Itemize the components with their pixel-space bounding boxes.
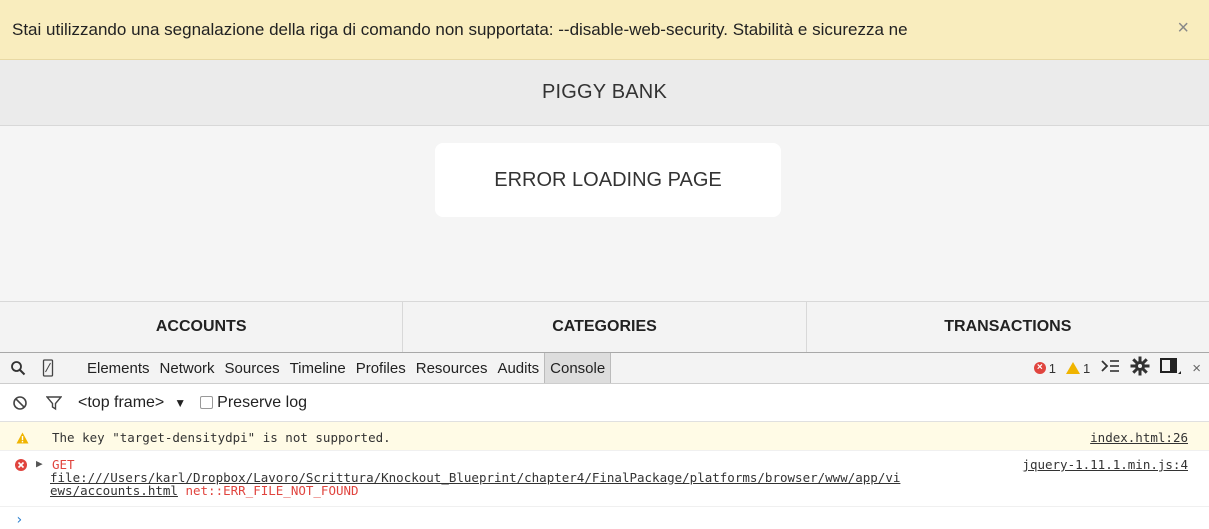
- console-warning-message: The key "target-densitydpi" is not suppo…: [0, 422, 1209, 451]
- error-message: ERROR LOADING PAGE: [494, 168, 722, 191]
- app-nav: ACCOUNTS CATEGORIES TRANSACTIONS: [0, 301, 1209, 352]
- console-error-message: ▶ GET jquery-1.11.1.min.js:4 file:///Use…: [0, 451, 1209, 507]
- tab-console[interactable]: Console: [544, 353, 612, 383]
- warning-icon: [1066, 362, 1080, 374]
- page-title: PIGGY BANK: [541, 81, 667, 103]
- app-body: ERROR LOADING PAGE: [0, 126, 1209, 301]
- tab-sources[interactable]: Sources: [220, 353, 285, 383]
- error-url-link-line2[interactable]: ews/accounts.html: [50, 483, 178, 498]
- console-messages: The key "target-densitydpi" is not suppo…: [0, 422, 1209, 529]
- nav-tab-categories[interactable]: CATEGORIES: [403, 302, 807, 352]
- tab-elements[interactable]: Elements: [82, 353, 155, 383]
- error-card: ERROR LOADING PAGE: [435, 143, 781, 217]
- warning-count: 1: [1083, 360, 1091, 376]
- nav-tab-accounts[interactable]: ACCOUNTS: [0, 302, 404, 352]
- warning-infobar: Stai utilizzando una segnalazione della …: [0, 0, 1209, 60]
- console-prompt-icon[interactable]: ›: [15, 512, 23, 528]
- warning-source-link[interactable]: index.html:26: [1090, 430, 1188, 445]
- chevron-down-icon: ▼: [174, 395, 187, 410]
- error-url-link-line1[interactable]: file:///Users/karl/Dropbox/Lavoro/Scritt…: [50, 470, 900, 485]
- settings-gear-icon[interactable]: [1130, 356, 1150, 381]
- drawer-toggle-icon[interactable]: [1100, 358, 1120, 379]
- tab-network[interactable]: Network: [155, 353, 220, 383]
- device-mode-icon[interactable]: [36, 356, 60, 380]
- devtools-tabs: Elements Network Sources Timeline Profil…: [82, 353, 612, 383]
- frame-select[interactable]: <top frame> ▼: [78, 394, 186, 412]
- warning-text: The key "target-densitydpi" is not suppo…: [52, 430, 391, 445]
- warning-icon: [16, 432, 29, 447]
- clear-console-icon[interactable]: [12, 395, 28, 411]
- dock-side-icon[interactable]: [1160, 357, 1182, 380]
- frame-select-value: <top frame>: [78, 393, 165, 411]
- console-filter-bar: <top frame> ▼ Preserve log: [0, 384, 1209, 422]
- error-url: file:///Users/karl/Dropbox/Lavoro/Scritt…: [50, 471, 1190, 497]
- app-header: PIGGY BANK: [0, 60, 1209, 126]
- nav-tab-transactions[interactable]: TRANSACTIONS: [807, 302, 1209, 352]
- preserve-log-label[interactable]: Preserve log: [217, 394, 307, 412]
- error-icon: ×: [1033, 362, 1046, 374]
- infobar-message: Stai utilizzando una segnalazione della …: [12, 20, 908, 39]
- close-icon[interactable]: ×: [1177, 18, 1189, 38]
- error-code: net::ERR_FILE_NOT_FOUND: [185, 483, 359, 498]
- error-counter[interactable]: × 1: [1033, 360, 1056, 376]
- warning-counter[interactable]: 1: [1066, 361, 1090, 376]
- tab-audits[interactable]: Audits: [492, 353, 544, 383]
- devtools-toolbar: Elements Network Sources Timeline Profil…: [0, 352, 1209, 384]
- close-devtools-icon[interactable]: ×: [1192, 360, 1201, 377]
- tab-profiles[interactable]: Profiles: [351, 353, 411, 383]
- preserve-log-checkbox[interactable]: [200, 396, 214, 409]
- search-icon[interactable]: [6, 356, 30, 380]
- tab-timeline[interactable]: Timeline: [285, 353, 351, 383]
- error-icon: [15, 459, 27, 474]
- error-source-link[interactable]: jquery-1.11.1.min.js:4: [1022, 457, 1188, 472]
- expand-triangle-icon[interactable]: ▶: [36, 457, 43, 470]
- filter-icon[interactable]: [46, 395, 62, 411]
- tab-resources[interactable]: Resources: [411, 353, 493, 383]
- devtools-right-controls: × 1 1 ×: [1033, 353, 1201, 383]
- error-count: 1: [1048, 360, 1056, 376]
